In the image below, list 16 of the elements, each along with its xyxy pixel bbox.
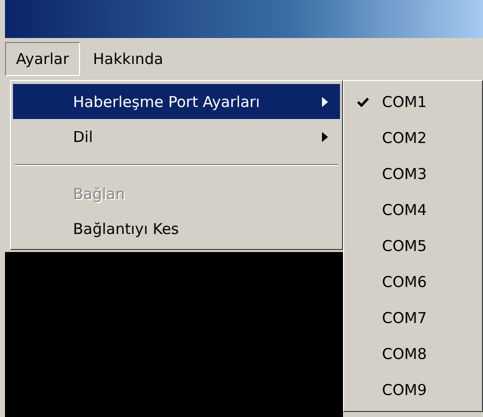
menu-bar-item[interactable]: Hakkında [82,42,174,76]
menu-item[interactable]: Dil [13,119,340,154]
submenu-item[interactable]: COM2 [344,120,482,156]
submenu-item[interactable]: COM5 [344,228,482,264]
submenu-arrow-icon [322,132,328,142]
menu-bar-item[interactable]: Ayarlar [5,42,80,76]
submenu-item[interactable]: COM8 [344,336,482,372]
submenu-arrow-icon [322,96,328,106]
submenu-item[interactable]: COM9 [344,372,482,408]
submenu-item[interactable]: COM7 [344,300,482,336]
menu-item[interactable]: Bağlantıyı Kes [13,211,340,246]
menu-item[interactable]: Haberleşme Port Ayarları [13,84,340,119]
submenu-item[interactable]: COM1 [344,84,482,120]
submenu-item[interactable]: COM4 [344,192,482,228]
submenu-item[interactable]: COM6 [344,264,482,300]
submenu-item[interactable]: COM3 [344,156,482,192]
